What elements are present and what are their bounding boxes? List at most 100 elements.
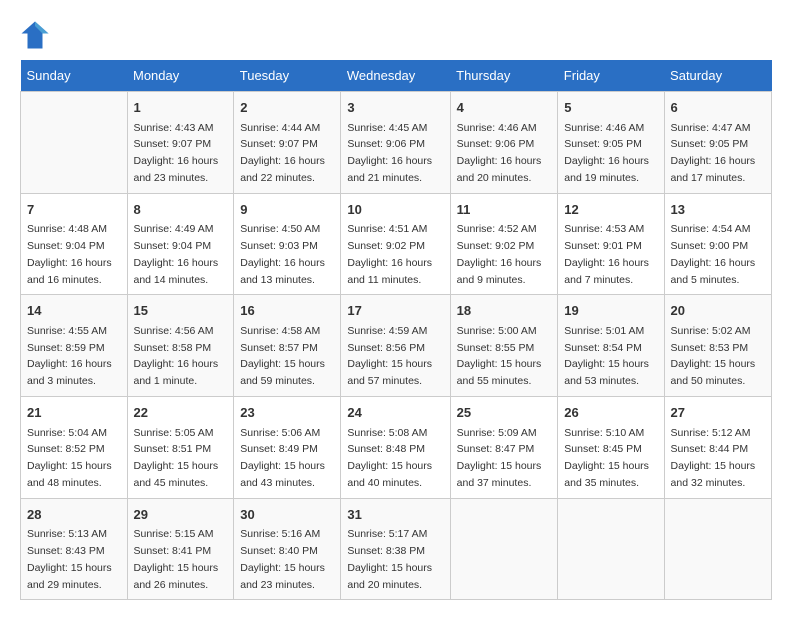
day-number: 25 [457, 403, 552, 423]
calendar-cell: 31 Sunrise: 5:17 AMSunset: 8:38 PMDaylig… [341, 498, 450, 600]
calendar-cell [450, 498, 558, 600]
calendar-cell: 27 Sunrise: 5:12 AMSunset: 8:44 PMDaylig… [664, 397, 771, 499]
calendar-cell [558, 498, 664, 600]
calendar-table: SundayMondayTuesdayWednesdayThursdayFrid… [20, 60, 772, 600]
day-number: 22 [134, 403, 228, 423]
calendar-cell: 1 Sunrise: 4:43 AMSunset: 9:07 PMDayligh… [127, 92, 234, 194]
calendar-cell: 28 Sunrise: 5:13 AMSunset: 8:43 PMDaylig… [21, 498, 128, 600]
cell-info: Sunrise: 5:15 AMSunset: 8:41 PMDaylight:… [134, 528, 219, 590]
day-number: 12 [564, 200, 657, 220]
day-number: 7 [27, 200, 121, 220]
calendar-cell: 2 Sunrise: 4:44 AMSunset: 9:07 PMDayligh… [234, 92, 341, 194]
column-header-sunday: Sunday [21, 60, 128, 92]
calendar-cell: 25 Sunrise: 5:09 AMSunset: 8:47 PMDaylig… [450, 397, 558, 499]
cell-info: Sunrise: 4:55 AMSunset: 8:59 PMDaylight:… [27, 325, 112, 387]
cell-info: Sunrise: 4:58 AMSunset: 8:57 PMDaylight:… [240, 325, 325, 387]
logo [20, 20, 55, 50]
day-number: 19 [564, 301, 657, 321]
calendar-cell: 16 Sunrise: 4:58 AMSunset: 8:57 PMDaylig… [234, 295, 341, 397]
day-number: 23 [240, 403, 334, 423]
calendar-cell: 8 Sunrise: 4:49 AMSunset: 9:04 PMDayligh… [127, 193, 234, 295]
cell-info: Sunrise: 5:06 AMSunset: 8:49 PMDaylight:… [240, 427, 325, 489]
day-number: 6 [671, 98, 765, 118]
cell-info: Sunrise: 4:45 AMSunset: 9:06 PMDaylight:… [347, 122, 432, 184]
cell-info: Sunrise: 5:10 AMSunset: 8:45 PMDaylight:… [564, 427, 649, 489]
day-number: 31 [347, 505, 443, 525]
calendar-cell: 18 Sunrise: 5:00 AMSunset: 8:55 PMDaylig… [450, 295, 558, 397]
day-number: 26 [564, 403, 657, 423]
cell-info: Sunrise: 4:49 AMSunset: 9:04 PMDaylight:… [134, 223, 219, 285]
calendar-cell: 11 Sunrise: 4:52 AMSunset: 9:02 PMDaylig… [450, 193, 558, 295]
cell-info: Sunrise: 5:02 AMSunset: 8:53 PMDaylight:… [671, 325, 756, 387]
column-header-friday: Friday [558, 60, 664, 92]
calendar-cell: 9 Sunrise: 4:50 AMSunset: 9:03 PMDayligh… [234, 193, 341, 295]
day-number: 2 [240, 98, 334, 118]
cell-info: Sunrise: 5:01 AMSunset: 8:54 PMDaylight:… [564, 325, 649, 387]
cell-info: Sunrise: 4:43 AMSunset: 9:07 PMDaylight:… [134, 122, 219, 184]
day-number: 15 [134, 301, 228, 321]
day-number: 28 [27, 505, 121, 525]
cell-info: Sunrise: 4:44 AMSunset: 9:07 PMDaylight:… [240, 122, 325, 184]
day-number: 10 [347, 200, 443, 220]
calendar-cell: 14 Sunrise: 4:55 AMSunset: 8:59 PMDaylig… [21, 295, 128, 397]
cell-info: Sunrise: 4:50 AMSunset: 9:03 PMDaylight:… [240, 223, 325, 285]
logo-icon [20, 20, 50, 50]
calendar-cell: 12 Sunrise: 4:53 AMSunset: 9:01 PMDaylig… [558, 193, 664, 295]
cell-info: Sunrise: 5:00 AMSunset: 8:55 PMDaylight:… [457, 325, 542, 387]
header [20, 20, 772, 50]
week-row-3: 14 Sunrise: 4:55 AMSunset: 8:59 PMDaylig… [21, 295, 772, 397]
calendar-cell: 30 Sunrise: 5:16 AMSunset: 8:40 PMDaylig… [234, 498, 341, 600]
calendar-cell: 20 Sunrise: 5:02 AMSunset: 8:53 PMDaylig… [664, 295, 771, 397]
cell-info: Sunrise: 5:13 AMSunset: 8:43 PMDaylight:… [27, 528, 112, 590]
cell-info: Sunrise: 4:46 AMSunset: 9:06 PMDaylight:… [457, 122, 542, 184]
cell-info: Sunrise: 5:08 AMSunset: 8:48 PMDaylight:… [347, 427, 432, 489]
column-header-tuesday: Tuesday [234, 60, 341, 92]
cell-info: Sunrise: 5:05 AMSunset: 8:51 PMDaylight:… [134, 427, 219, 489]
cell-info: Sunrise: 4:59 AMSunset: 8:56 PMDaylight:… [347, 325, 432, 387]
week-row-4: 21 Sunrise: 5:04 AMSunset: 8:52 PMDaylig… [21, 397, 772, 499]
day-number: 9 [240, 200, 334, 220]
cell-info: Sunrise: 5:12 AMSunset: 8:44 PMDaylight:… [671, 427, 756, 489]
cell-info: Sunrise: 5:09 AMSunset: 8:47 PMDaylight:… [457, 427, 542, 489]
column-header-thursday: Thursday [450, 60, 558, 92]
calendar-cell: 24 Sunrise: 5:08 AMSunset: 8:48 PMDaylig… [341, 397, 450, 499]
day-number: 30 [240, 505, 334, 525]
cell-info: Sunrise: 4:51 AMSunset: 9:02 PMDaylight:… [347, 223, 432, 285]
calendar-cell: 6 Sunrise: 4:47 AMSunset: 9:05 PMDayligh… [664, 92, 771, 194]
column-header-monday: Monday [127, 60, 234, 92]
calendar-cell: 7 Sunrise: 4:48 AMSunset: 9:04 PMDayligh… [21, 193, 128, 295]
cell-info: Sunrise: 5:17 AMSunset: 8:38 PMDaylight:… [347, 528, 432, 590]
day-number: 29 [134, 505, 228, 525]
week-row-2: 7 Sunrise: 4:48 AMSunset: 9:04 PMDayligh… [21, 193, 772, 295]
calendar-cell: 10 Sunrise: 4:51 AMSunset: 9:02 PMDaylig… [341, 193, 450, 295]
day-number: 24 [347, 403, 443, 423]
calendar-cell: 15 Sunrise: 4:56 AMSunset: 8:58 PMDaylig… [127, 295, 234, 397]
day-number: 5 [564, 98, 657, 118]
header-row: SundayMondayTuesdayWednesdayThursdayFrid… [21, 60, 772, 92]
cell-info: Sunrise: 4:47 AMSunset: 9:05 PMDaylight:… [671, 122, 756, 184]
calendar-cell: 4 Sunrise: 4:46 AMSunset: 9:06 PMDayligh… [450, 92, 558, 194]
calendar-cell: 5 Sunrise: 4:46 AMSunset: 9:05 PMDayligh… [558, 92, 664, 194]
day-number: 11 [457, 200, 552, 220]
cell-info: Sunrise: 4:46 AMSunset: 9:05 PMDaylight:… [564, 122, 649, 184]
cell-info: Sunrise: 5:04 AMSunset: 8:52 PMDaylight:… [27, 427, 112, 489]
calendar-cell: 22 Sunrise: 5:05 AMSunset: 8:51 PMDaylig… [127, 397, 234, 499]
calendar-cell: 26 Sunrise: 5:10 AMSunset: 8:45 PMDaylig… [558, 397, 664, 499]
cell-info: Sunrise: 4:52 AMSunset: 9:02 PMDaylight:… [457, 223, 542, 285]
cell-info: Sunrise: 5:16 AMSunset: 8:40 PMDaylight:… [240, 528, 325, 590]
week-row-5: 28 Sunrise: 5:13 AMSunset: 8:43 PMDaylig… [21, 498, 772, 600]
day-number: 3 [347, 98, 443, 118]
calendar-cell: 23 Sunrise: 5:06 AMSunset: 8:49 PMDaylig… [234, 397, 341, 499]
day-number: 21 [27, 403, 121, 423]
day-number: 18 [457, 301, 552, 321]
column-header-saturday: Saturday [664, 60, 771, 92]
cell-info: Sunrise: 4:56 AMSunset: 8:58 PMDaylight:… [134, 325, 219, 387]
day-number: 16 [240, 301, 334, 321]
calendar-cell [21, 92, 128, 194]
cell-info: Sunrise: 4:54 AMSunset: 9:00 PMDaylight:… [671, 223, 756, 285]
calendar-cell: 17 Sunrise: 4:59 AMSunset: 8:56 PMDaylig… [341, 295, 450, 397]
day-number: 27 [671, 403, 765, 423]
day-number: 14 [27, 301, 121, 321]
cell-info: Sunrise: 4:48 AMSunset: 9:04 PMDaylight:… [27, 223, 112, 285]
column-header-wednesday: Wednesday [341, 60, 450, 92]
